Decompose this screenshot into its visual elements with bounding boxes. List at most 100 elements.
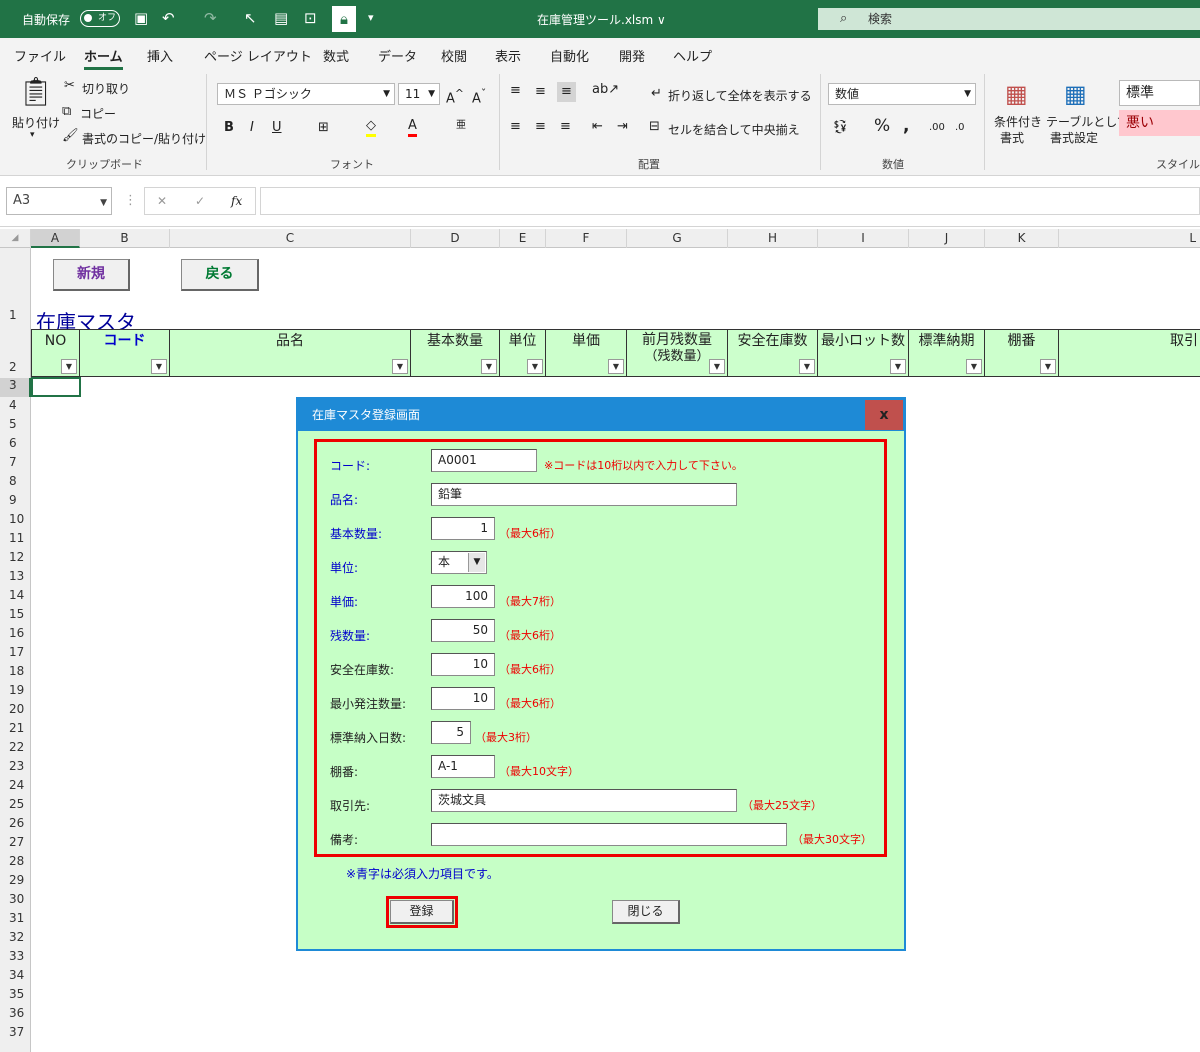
decrease-decimal-icon[interactable]: .0 xyxy=(955,120,965,136)
row-header[interactable]: 18 xyxy=(0,664,31,678)
save-icon[interactable]: ▣ xyxy=(134,9,148,27)
row-header[interactable]: 37 xyxy=(0,1025,31,1039)
wrap-text-icon[interactable]: ↵ xyxy=(651,86,662,102)
column-header-j[interactable]: J xyxy=(909,229,985,248)
paste-button[interactable]: 貼り付け xyxy=(12,114,60,131)
increase-font-icon[interactable]: A^ xyxy=(446,86,464,107)
row-header[interactable]: 1 xyxy=(0,308,31,322)
tab-page-layout[interactable]: ページ レイアウト xyxy=(204,46,312,65)
row-header[interactable]: 2 xyxy=(0,360,31,374)
row-header[interactable]: 33 xyxy=(0,949,31,963)
tab-automate[interactable]: 自動化 xyxy=(550,46,589,65)
column-header-i[interactable]: I xyxy=(818,229,909,248)
tab-developer[interactable]: 開発 xyxy=(619,46,645,65)
active-cell[interactable] xyxy=(31,377,81,397)
row-header[interactable]: 15 xyxy=(0,607,31,621)
phonetic-icon[interactable]: 亜 xyxy=(456,118,466,134)
row-header[interactable]: 10 xyxy=(0,512,31,526)
unit-select[interactable]: 本 ▼ xyxy=(431,551,487,574)
price-input[interactable]: 100 xyxy=(431,585,495,608)
tab-view[interactable]: 表示 xyxy=(495,46,521,65)
format-as-table-button[interactable]: テーブルとして xyxy=(1046,113,1129,130)
function-icon[interactable]: fx xyxy=(231,191,242,211)
filter-dropdown-icon[interactable]: ▼ xyxy=(608,359,624,374)
row-header[interactable]: 28 xyxy=(0,854,31,868)
row-header[interactable]: 22 xyxy=(0,740,31,754)
align-right-icon[interactable]: ≡ xyxy=(560,119,571,135)
column-header-h[interactable]: H xyxy=(728,229,818,248)
row-header[interactable]: 29 xyxy=(0,873,31,887)
conditional-format-icon[interactable]: ▦ xyxy=(1005,80,1028,108)
row-header[interactable]: 36 xyxy=(0,1006,31,1020)
row-header[interactable]: 3 xyxy=(0,378,31,397)
underline-icon[interactable]: U xyxy=(272,120,282,136)
number-format-select[interactable]: 数値 ▼ xyxy=(828,83,976,105)
redo-icon[interactable]: ↷ xyxy=(204,9,217,27)
brush-icon[interactable]: 🖌︎ xyxy=(62,128,79,144)
code-input[interactable]: A0001 xyxy=(431,449,537,472)
style-bad[interactable]: 悪い xyxy=(1119,110,1200,136)
row-header[interactable]: 23 xyxy=(0,759,31,773)
remarks-input[interactable] xyxy=(431,823,787,846)
align-left-icon[interactable]: ≡ xyxy=(510,119,521,135)
decrease-font-icon[interactable]: Aˇ xyxy=(472,86,486,107)
tab-data[interactable]: データ xyxy=(378,46,417,65)
customize-icon[interactable]: ▾ xyxy=(368,9,374,27)
row-header[interactable]: 9 xyxy=(0,493,31,507)
filter-dropdown-icon[interactable]: ▼ xyxy=(890,359,906,374)
row-header[interactable]: 16 xyxy=(0,626,31,640)
copy-icon[interactable]: ⧉ xyxy=(62,104,71,120)
row-header[interactable]: 4 xyxy=(0,398,31,412)
check-icon[interactable]: ✓ xyxy=(195,191,205,211)
column-header-c[interactable]: C xyxy=(170,229,411,248)
close-icon[interactable]: x xyxy=(865,400,903,430)
filter-dropdown-icon[interactable]: ▼ xyxy=(966,359,982,374)
row-header[interactable]: 20 xyxy=(0,702,31,716)
align-top-icon[interactable]: ≡ xyxy=(510,83,521,99)
copy-button[interactable]: コピー xyxy=(80,105,116,122)
row-header[interactable]: 8 xyxy=(0,474,31,488)
row-header[interactable]: 17 xyxy=(0,645,31,659)
align-middle-icon[interactable]: ≡ xyxy=(535,84,546,100)
indent-icon[interactable]: ⇥ xyxy=(617,119,628,135)
conditional-format-button[interactable]: 条件付き xyxy=(994,113,1042,130)
column-header-g[interactable]: G xyxy=(627,229,728,248)
row-header[interactable]: 30 xyxy=(0,892,31,906)
row-header[interactable]: 24 xyxy=(0,778,31,792)
name-box[interactable]: A3 ▼ xyxy=(6,187,112,215)
row-header[interactable]: 6 xyxy=(0,436,31,450)
base-qty-input[interactable]: 1 xyxy=(431,517,495,540)
font-color-icon[interactable]: A xyxy=(408,118,417,137)
register-button[interactable]: 登録 xyxy=(390,900,454,924)
search-input[interactable]: ⌕ 検索 xyxy=(818,8,1200,30)
formula-input[interactable] xyxy=(260,187,1200,215)
filter-dropdown-icon[interactable]: ▼ xyxy=(1040,359,1056,374)
row-header[interactable]: 13 xyxy=(0,569,31,583)
column-header-e[interactable]: E xyxy=(500,229,546,248)
table-format-icon[interactable]: ▦ xyxy=(1064,80,1087,108)
lead-days-input[interactable]: 5 xyxy=(431,721,471,744)
wrap-text-button[interactable]: 折り返して全体を表示する xyxy=(668,87,812,104)
select-all-corner[interactable]: ◢ xyxy=(0,229,31,248)
form-icon[interactable]: ⊡ xyxy=(304,9,317,27)
autosave-toggle[interactable]: オフ xyxy=(80,10,120,27)
filter-dropdown-icon[interactable]: ▼ xyxy=(392,359,408,374)
conditional-format-button-line2[interactable]: 書式 xyxy=(1000,129,1024,146)
column-header-d[interactable]: D xyxy=(411,229,500,248)
italic-icon[interactable]: I xyxy=(250,120,254,136)
row-header[interactable]: 31 xyxy=(0,911,31,925)
chevron-down-icon[interactable]: ▼ xyxy=(468,553,485,572)
tab-review[interactable]: 校閲 xyxy=(441,46,467,65)
increase-decimal-icon[interactable]: .00 xyxy=(929,120,945,136)
filter-dropdown-icon[interactable]: ▼ xyxy=(527,359,543,374)
column-header-f[interactable]: F xyxy=(546,229,627,248)
outdent-icon[interactable]: ⇤ xyxy=(592,119,603,135)
filter-dropdown-icon[interactable]: ▼ xyxy=(799,359,815,374)
orientation-icon[interactable]: ab↗ xyxy=(592,82,619,98)
bold-icon[interactable]: B xyxy=(224,120,234,136)
font-size-select[interactable]: 11 ▼ xyxy=(398,83,440,105)
font-name-select[interactable]: ＭＳ Ｐゴシック ▼ xyxy=(217,83,395,105)
column-header-l[interactable]: L xyxy=(1059,229,1200,248)
row-header[interactable]: 25 xyxy=(0,797,31,811)
tab-home[interactable]: ホーム xyxy=(84,46,123,70)
